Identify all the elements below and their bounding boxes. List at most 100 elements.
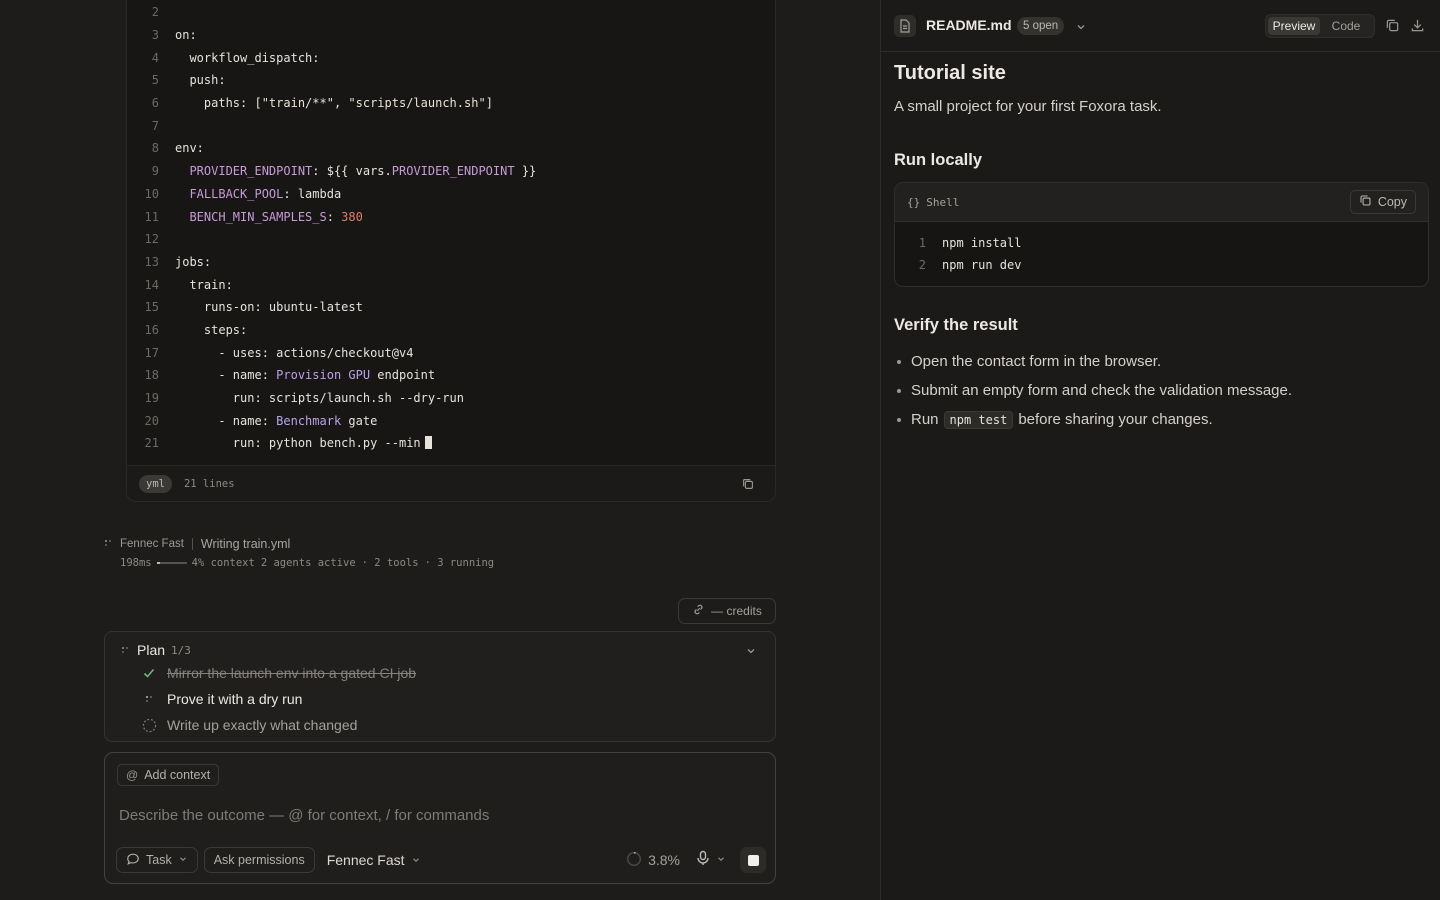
running-count: · 3 running bbox=[424, 557, 495, 569]
list-item-text: Open the contact form in the browser. bbox=[911, 353, 1162, 370]
prompt-input[interactable] bbox=[119, 803, 759, 827]
download-icon[interactable] bbox=[1410, 18, 1426, 34]
pending-circle-icon bbox=[141, 717, 157, 733]
section-heading: Run locally bbox=[894, 151, 983, 169]
add-context-label: Add context bbox=[144, 768, 211, 782]
progress-ring-icon bbox=[626, 851, 642, 870]
line-text: on: bbox=[175, 28, 197, 42]
copy-icon bbox=[1359, 194, 1372, 210]
code-token: PROVIDER_ENDPOINT bbox=[175, 164, 313, 179]
copy-button[interactable]: Copy bbox=[1349, 190, 1416, 214]
mode-select[interactable]: Task bbox=[116, 847, 198, 873]
credits-button[interactable]: — credits bbox=[678, 598, 776, 624]
code-token: }} bbox=[514, 164, 537, 179]
file-icon bbox=[894, 15, 916, 37]
line-text: npm install bbox=[942, 236, 1022, 250]
line-text: env: bbox=[175, 141, 204, 155]
shell-label: Shell bbox=[926, 195, 960, 209]
line-text: jobs: bbox=[175, 255, 211, 269]
plan-progress: 1/3 bbox=[171, 643, 191, 657]
chevron-down-icon[interactable] bbox=[745, 644, 757, 656]
file-name: README.md bbox=[926, 17, 1012, 33]
spinner-icon bbox=[141, 691, 157, 707]
code-token: : lambda bbox=[283, 186, 342, 201]
code-token: Benchmark bbox=[276, 413, 342, 428]
open-files-badge[interactable]: 5 open bbox=[1017, 17, 1065, 35]
section-heading: Verify the result bbox=[894, 316, 1018, 334]
code-line: 1 npm install bbox=[895, 232, 1428, 254]
doc-lead: A small project for your first Foxora ta… bbox=[894, 98, 1162, 115]
model-select[interactable]: Fennec Fast bbox=[327, 852, 421, 868]
plan-item-label: Prove it with a dry run bbox=[167, 691, 303, 707]
agent-activity: Writing train.yml bbox=[200, 537, 291, 551]
line-text: - name: Provision GPU endpoint bbox=[175, 368, 435, 382]
add-context-button[interactable]: @ Add context bbox=[117, 764, 220, 786]
line-number: 13 bbox=[144, 254, 159, 269]
code-line: 7 bbox=[127, 114, 775, 137]
context-usage: 4% context bbox=[191, 557, 255, 569]
latency: 198ms bbox=[120, 557, 152, 569]
code-line: 8 env: bbox=[127, 137, 775, 160]
at-sign-icon: @ bbox=[126, 768, 139, 782]
doc-title: Tutorial site bbox=[894, 62, 1006, 84]
code-token: , bbox=[333, 96, 349, 111]
list-item-text: Submit an empty form and check the valid… bbox=[911, 382, 1293, 399]
line-number: 19 bbox=[144, 391, 159, 406]
credits-label: — credits bbox=[711, 604, 762, 618]
check-icon bbox=[141, 665, 157, 681]
code-line: 5 push: bbox=[127, 69, 775, 92]
code-token: push: bbox=[175, 73, 226, 88]
line-text: steps: bbox=[175, 323, 247, 337]
plan-item-label: Mirror the launch env into a gated CI jo… bbox=[167, 665, 417, 681]
code-token: gate bbox=[341, 413, 378, 428]
code-line: 14 train: bbox=[127, 273, 775, 296]
list-item-text: Run bbox=[911, 411, 939, 428]
bullet-list: Open the contact form in the browser. Su… bbox=[894, 347, 1429, 434]
code-footer: yml 21 lines bbox=[127, 465, 775, 501]
line-text: FALLBACK_POOL: lambda bbox=[175, 187, 341, 201]
stop-button[interactable] bbox=[740, 847, 766, 873]
code-block: 2 3 on: 4 workflow_dispatch: 5 push: 6 paths:… bbox=[126, 0, 776, 502]
agent-model: Fennec Fast bbox=[120, 538, 184, 550]
list-item: Submit an empty form and check the valid… bbox=[894, 376, 1429, 405]
copy-icon[interactable] bbox=[1385, 18, 1401, 34]
microphone-icon bbox=[696, 850, 710, 871]
chevron-down-icon[interactable] bbox=[1075, 20, 1087, 32]
context-indicator[interactable]: 3.8% bbox=[626, 851, 680, 870]
line-number: 15 bbox=[144, 300, 159, 315]
line-number: 10 bbox=[144, 186, 159, 201]
line-text: run: scripts/launch.sh --dry-run bbox=[175, 391, 464, 405]
chat-pane: 2 3 on: 4 workflow_dispatch: 5 push: 6 paths:… bbox=[0, 0, 880, 900]
voice-input-button[interactable] bbox=[696, 850, 726, 871]
code-line: 2 npm run dev bbox=[895, 254, 1428, 276]
chat-bubble-icon bbox=[126, 852, 140, 869]
language-chip: yml bbox=[139, 475, 172, 493]
code-token: run: scripts/launch.sh --dry-run bbox=[175, 391, 464, 406]
list-item-text: before sharing your changes. bbox=[1018, 411, 1213, 428]
copy-label: Copy bbox=[1377, 195, 1407, 209]
view-toggle: Preview Code bbox=[1265, 14, 1375, 38]
tab-preview[interactable]: Preview bbox=[1268, 17, 1320, 35]
code-token: : bbox=[326, 209, 342, 224]
line-number: 7 bbox=[151, 118, 159, 133]
bullet-dot bbox=[897, 388, 901, 393]
code-token: env: bbox=[175, 141, 204, 156]
line-number: 9 bbox=[151, 164, 159, 179]
copy-icon[interactable] bbox=[741, 476, 757, 492]
chevron-down-icon bbox=[411, 852, 421, 868]
spinner-icon bbox=[121, 641, 129, 659]
shell-code-block: {} Shell Copy 1 npm install 2 npm run de… bbox=[894, 182, 1429, 287]
code-line: 3 on: bbox=[127, 24, 775, 47]
line-text: - uses: actions/checkout@v4 bbox=[175, 346, 413, 360]
code-line: 21 run: python bench.py --min bbox=[127, 432, 775, 455]
code-token: endpoint bbox=[370, 368, 436, 383]
list-item: Run npm test before sharing your changes… bbox=[894, 405, 1429, 434]
tab-code[interactable]: Code bbox=[1320, 17, 1372, 35]
permissions-button[interactable]: Ask permissions bbox=[203, 847, 315, 873]
code-token: : ${{ vars. bbox=[312, 164, 392, 179]
line-number: 1 bbox=[918, 236, 926, 250]
line-number: 2 bbox=[151, 5, 159, 20]
chevron-down-icon bbox=[716, 851, 726, 869]
line-number: 4 bbox=[151, 50, 159, 65]
line-count: 21 lines bbox=[183, 478, 235, 490]
